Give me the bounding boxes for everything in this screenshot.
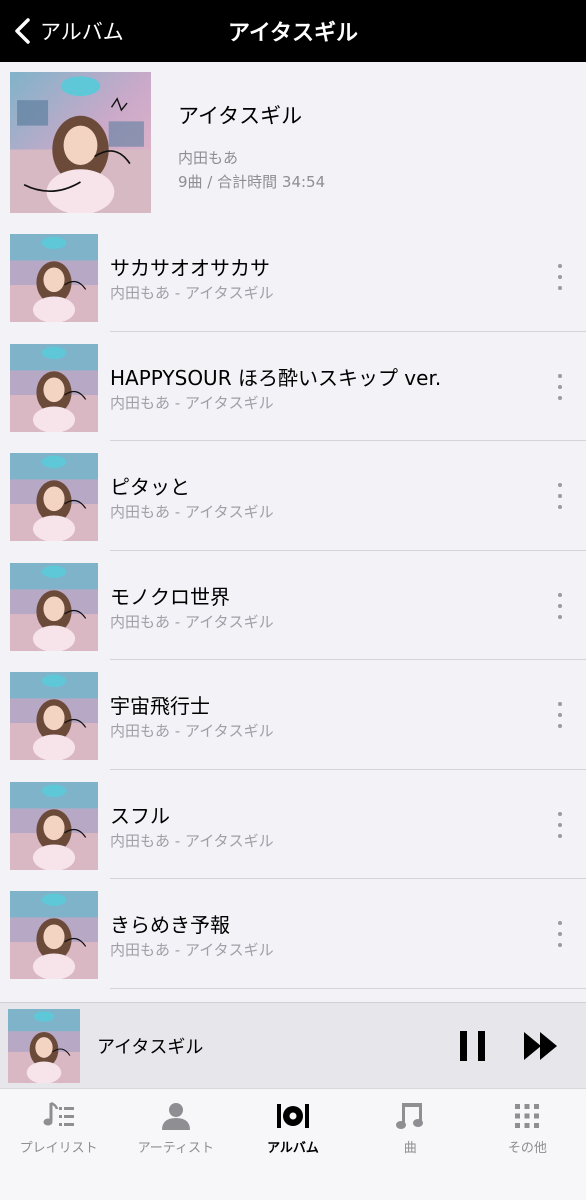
fast-forward-icon[interactable] <box>520 1027 562 1065</box>
grid-icon <box>515 1104 540 1128</box>
tab-bar: プレイリスト アーティスト アルバム 曲 その他 <box>0 1088 586 1200</box>
track-title: 宇宙飛行士 <box>110 694 210 718</box>
track-title: サカサオオサカサ <box>110 256 270 280</box>
track-list[interactable]: サカサオオサカサ 内田もあ - アイタスギル HAPPYSOUR ほろ酔いスキッ… <box>0 222 586 1002</box>
track-row[interactable]: スフル 内田もあ - アイタスギル <box>0 770 586 879</box>
track-title: スフル <box>110 803 170 828</box>
track-subtitle: 内田もあ - アイタスギル <box>110 722 274 740</box>
track-row[interactable]: モノクロ世界 内田もあ - アイタスギル <box>0 551 586 660</box>
track-row[interactable]: HAPPYSOUR ほろ酔いスキップ ver. 内田もあ - アイタスギル <box>0 332 586 441</box>
track-title: ピタッと <box>110 475 190 499</box>
album-icon <box>277 1104 309 1128</box>
tab-album[interactable]: アルバム <box>234 1089 351 1200</box>
music-note-icon <box>396 1103 424 1129</box>
more-options-icon[interactable] <box>548 483 572 509</box>
tab-songs[interactable]: 曲 <box>352 1089 469 1200</box>
track-subtitle: 内田もあ - アイタスギル <box>110 831 274 850</box>
page-title: アイタスギル <box>227 21 359 46</box>
nav-header: アルバム アイタスギル <box>0 0 586 62</box>
album-header: アイタスギル 内田もあ 9曲 / 合計時間 34:54 <box>0 62 586 222</box>
track-subtitle: 内田もあ - アイタスギル <box>110 503 274 521</box>
artist-icon <box>161 1103 190 1130</box>
track-row[interactable]: きらめき予報 内田もあ - アイタスギル <box>0 879 586 989</box>
more-options-icon[interactable] <box>548 702 572 728</box>
track-artwork <box>10 562 98 651</box>
track-title: モノクロ世界 <box>110 584 230 609</box>
tab-label: アルバム <box>267 1141 319 1156</box>
more-options-icon[interactable] <box>548 373 572 400</box>
track-artwork <box>10 781 98 870</box>
track-row[interactable]: サカサオオサカサ 内田もあ - アイタスギル <box>0 222 586 332</box>
album-artwork <box>10 72 151 213</box>
track-artwork <box>10 453 98 541</box>
track-title: きらめき予報 <box>110 913 230 937</box>
playlist-icon <box>43 1101 74 1126</box>
tab-label: アーティスト <box>137 1141 215 1156</box>
track-artwork <box>10 672 98 760</box>
track-row[interactable]: 宇宙飛行士 内田もあ - アイタスギル <box>0 660 586 770</box>
track-subtitle: 内田もあ - アイタスギル <box>110 393 274 412</box>
tab-playlist[interactable]: プレイリスト <box>0 1089 117 1200</box>
album-artist[interactable]: 内田もあ <box>178 147 238 168</box>
track-artwork <box>10 343 98 432</box>
track-row[interactable]: ピタッと 内田もあ - アイタスギル <box>0 441 586 551</box>
mini-player[interactable]: アイタスギル <box>0 1002 586 1088</box>
track-artwork <box>10 891 98 979</box>
track-subtitle: 内田もあ - アイタスギル <box>110 612 274 631</box>
more-options-icon[interactable] <box>548 811 572 838</box>
album-title: アイタスギル <box>178 104 303 128</box>
track-subtitle: 内田もあ - アイタスギル <box>110 284 274 302</box>
track-title: HAPPYSOUR ほろ酔いスキップ ver. <box>110 365 442 390</box>
divider <box>110 987 586 989</box>
more-options-icon[interactable] <box>548 921 572 947</box>
track-artwork <box>10 234 98 322</box>
more-options-icon[interactable] <box>548 592 572 619</box>
tab-other[interactable]: その他 <box>469 1089 586 1200</box>
now-playing-artwork <box>8 1009 80 1083</box>
track-subtitle: 内田もあ - アイタスギル <box>110 941 274 959</box>
pause-icon[interactable] <box>456 1027 490 1065</box>
now-playing-title: アイタスギル <box>97 1037 204 1058</box>
tab-label: 曲 <box>403 1141 417 1156</box>
more-options-icon[interactable] <box>548 264 572 290</box>
album-meta: 9曲 / 合計時間 34:54 <box>178 173 326 191</box>
tab-label: その他 <box>507 1141 547 1156</box>
tab-label: プレイリスト <box>19 1141 98 1156</box>
tab-artist[interactable]: アーティスト <box>117 1089 234 1200</box>
